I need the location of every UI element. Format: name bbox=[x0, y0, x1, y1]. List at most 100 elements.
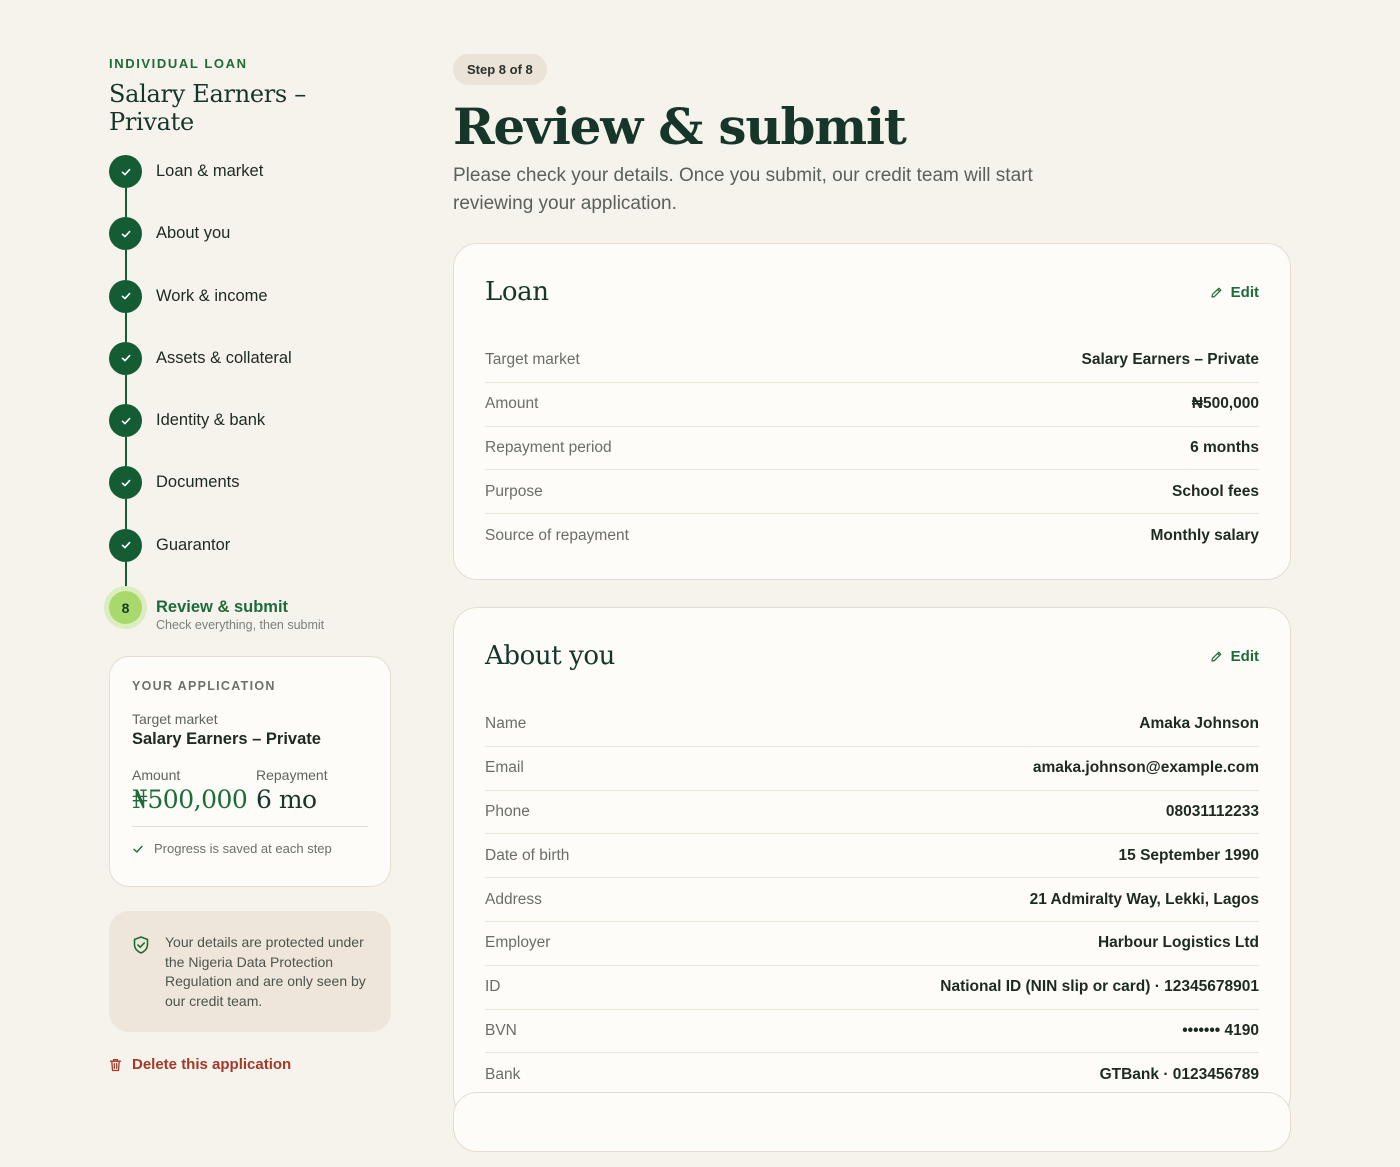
pencil-icon bbox=[1211, 287, 1222, 298]
step-connector bbox=[124, 499, 127, 529]
detail-value: amaka.johnson@example.com bbox=[1032, 759, 1259, 777]
step-connector bbox=[124, 561, 127, 592]
detail-key: Amount bbox=[485, 395, 539, 413]
target-market-label: Target market bbox=[132, 711, 218, 727]
detail-value: ₦500,000 bbox=[1191, 395, 1259, 413]
about-you-summary-card: About you Edit Name Amaka Johnson Email am… bbox=[453, 607, 1291, 1119]
page-description: Please check your details. Once you subm… bbox=[453, 165, 1033, 214]
step-connector bbox=[124, 374, 127, 405]
step-indicator-pill: Step 8 of 8 bbox=[453, 54, 547, 85]
detail-key: Address bbox=[485, 890, 542, 908]
step-label: Assets & collateral bbox=[156, 348, 292, 367]
main-content: Step 8 of 8 Review & submit Please check… bbox=[453, 54, 1291, 218]
detail-value: 08031112233 bbox=[1165, 802, 1259, 820]
repayment-label: Repayment bbox=[256, 767, 328, 783]
step-label: Guarantor bbox=[156, 535, 231, 554]
sidebar-title: Salary Earners – Private bbox=[109, 80, 306, 136]
step-identity-bank[interactable]: Identity & bank bbox=[109, 404, 391, 467]
detail-key: Email bbox=[485, 759, 524, 777]
amount-label: Amount bbox=[132, 767, 181, 783]
next-summary-card bbox=[453, 1092, 1291, 1152]
check-icon bbox=[109, 528, 142, 562]
detail-key: Date of birth bbox=[485, 846, 570, 864]
repayment-value: 6 mo bbox=[256, 785, 317, 814]
step-label: Identity & bank bbox=[156, 411, 266, 430]
step-label-group: Review & submit Check everything, then s… bbox=[156, 591, 324, 632]
step-connector bbox=[124, 250, 127, 280]
step-guarantor[interactable]: Guarantor bbox=[109, 528, 391, 592]
loan-summary-card: Loan Edit Target market Salary Earners – … bbox=[453, 243, 1291, 580]
detail-key: Name bbox=[485, 714, 527, 732]
edit-label: Edit bbox=[1230, 283, 1259, 301]
step-assets-collateral[interactable]: Assets & collateral bbox=[109, 341, 391, 405]
application-summary-card: YOUR APPLICATION Target market Salary Ea… bbox=[109, 656, 391, 887]
card-title: About you bbox=[485, 641, 616, 671]
step-label: Documents bbox=[156, 473, 240, 492]
detail-row-employer: Employer Harbour Logistics Ltd bbox=[485, 920, 1259, 965]
check-icon bbox=[109, 466, 142, 500]
step-connector bbox=[124, 312, 127, 342]
stepper: Loan & market About you Work & income As… bbox=[109, 155, 391, 653]
card-header: About you Edit bbox=[485, 608, 1259, 702]
amount-repayment-row: Amount ₦500,000 Repayment 6 mo bbox=[132, 767, 368, 814]
detail-value: Salary Earners – Private bbox=[1081, 350, 1259, 368]
divider bbox=[132, 826, 368, 827]
step-review-submit[interactable]: 8 Review & submit Check everything, then… bbox=[109, 591, 391, 653]
sidebar: INDIVIDUAL LOAN Salary Earners – Private… bbox=[109, 56, 391, 1073]
detail-row-bvn: BVN ••••••• 4190 bbox=[485, 1008, 1259, 1053]
step-work-income[interactable]: Work & income bbox=[109, 279, 391, 342]
detail-key: Purpose bbox=[485, 482, 543, 500]
data-protection-notice: Your details are protected under the Nig… bbox=[109, 911, 391, 1032]
check-icon bbox=[109, 341, 142, 375]
check-icon bbox=[109, 404, 142, 438]
detail-key: Employer bbox=[485, 934, 551, 952]
step-documents[interactable]: Documents bbox=[109, 466, 391, 529]
detail-row-email: Email amaka.johnson@example.com bbox=[485, 745, 1259, 790]
detail-row-source-of-repayment: Source of repayment Monthly salary bbox=[485, 513, 1259, 557]
detail-row-date-of-birth: Date of birth 15 September 1990 bbox=[485, 833, 1259, 877]
detail-row-id: ID National ID (NIN slip or card) · 12345… bbox=[485, 964, 1259, 1009]
check-icon bbox=[109, 217, 142, 251]
detail-key: Target market bbox=[485, 350, 580, 368]
detail-row-target-market: Target market Salary Earners – Private bbox=[485, 338, 1259, 382]
step-about-you[interactable]: About you bbox=[109, 217, 391, 280]
delete-application-link[interactable]: Delete this application bbox=[109, 1056, 291, 1073]
step-label: Loan & market bbox=[156, 162, 264, 180]
target-market-value: Salary Earners – Private bbox=[132, 730, 321, 748]
detail-row-purpose: Purpose School fees bbox=[485, 469, 1259, 513]
about-details-list: Name Amaka Johnson Email amaka.johnson@exa… bbox=[485, 702, 1259, 1096]
step-loan-market[interactable]: Loan & market bbox=[109, 155, 391, 218]
detail-row-bank: Bank GTBank · 0123456789 bbox=[485, 1052, 1259, 1096]
check-icon bbox=[109, 155, 142, 188]
step-connector bbox=[124, 188, 127, 218]
detail-row-amount: Amount ₦500,000 bbox=[485, 381, 1259, 426]
page-title: Review & submit bbox=[453, 97, 907, 156]
loan-type-eyebrow: INDIVIDUAL LOAN bbox=[109, 56, 248, 71]
card-title: Loan bbox=[485, 277, 549, 307]
detail-value: Harbour Logistics Ltd bbox=[1097, 934, 1259, 952]
detail-key: BVN bbox=[485, 1021, 517, 1039]
edit-loan-button[interactable]: Edit bbox=[1210, 284, 1259, 301]
detail-value: GTBank · 0123456789 bbox=[1099, 1065, 1259, 1083]
detail-value: School fees bbox=[1172, 482, 1259, 500]
detail-row-name: Name Amaka Johnson bbox=[485, 702, 1259, 746]
detail-value: Monthly salary bbox=[1150, 526, 1259, 544]
check-icon bbox=[109, 279, 142, 313]
detail-key: Repayment period bbox=[485, 438, 612, 456]
detail-value: ••••••• 4190 bbox=[1182, 1021, 1259, 1039]
delete-label: Delete this application bbox=[132, 1056, 292, 1073]
saved-note-text: Progress is saved at each step bbox=[154, 841, 332, 856]
check-icon bbox=[133, 845, 143, 853]
detail-key: Bank bbox=[485, 1065, 521, 1083]
card-header: Loan Edit bbox=[485, 244, 1259, 338]
detail-value: 15 September 1990 bbox=[1118, 846, 1259, 864]
shield-check-icon bbox=[133, 936, 149, 954]
detail-value: National ID (NIN slip or card) · 1234567… bbox=[940, 978, 1259, 996]
step-connector bbox=[124, 437, 127, 467]
detail-value: 21 Admiralty Way, Lekki, Lagos bbox=[1029, 890, 1259, 908]
detail-value: Amaka Johnson bbox=[1139, 714, 1259, 732]
detail-key: ID bbox=[485, 978, 501, 996]
edit-about-button[interactable]: Edit bbox=[1210, 648, 1259, 665]
detail-key: Phone bbox=[485, 802, 530, 820]
step-label: Review & submit bbox=[156, 598, 289, 617]
